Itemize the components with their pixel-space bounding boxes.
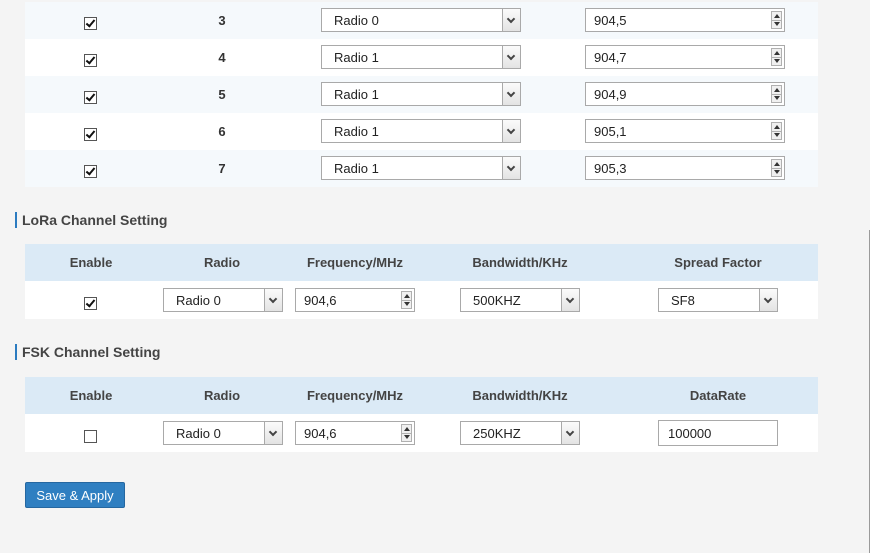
spinner-arrows-icon[interactable] [401,424,412,442]
table-row: 4 Radio 1 904,7 [25,39,818,76]
save-apply-button[interactable]: Save & Apply [25,482,125,508]
chevron-down-icon [502,46,520,68]
column-header-frequency: Frequency/MHz [306,388,404,403]
lora-radio-select[interactable]: Radio 0 [163,288,283,312]
radio-select-value: Radio 1 [334,124,379,139]
lora-bandwidth-select[interactable]: 500KHZ [460,288,580,312]
frequency-value: 904,6 [304,293,337,308]
frequency-value: 904,7 [594,50,627,65]
frequency-value: 905,3 [594,161,627,176]
lora-section-title: LoRa Channel Setting [15,212,167,228]
frequency-value: 904,6 [304,426,337,441]
frequency-spinner[interactable]: 904,9 [585,82,785,106]
fsk-radio-select[interactable]: Radio 0 [163,421,283,445]
channel-enable-checkbox[interactable] [84,91,97,104]
table-row: Radio 0 904,6 500KHZ SF8 [25,281,818,319]
channel-index: 7 [218,161,226,176]
frequency-spinner[interactable]: 905,1 [585,119,785,143]
channel-enable-checkbox[interactable] [84,17,97,30]
channel-enable-checkbox[interactable] [84,54,97,67]
table-header: Enable Radio Frequency/MHz Bandwidth/KHz… [25,244,818,281]
multi-sf-channel-table: 3 Radio 0 904,5 4 Radio 1 904,7 5 Radio … [25,2,818,187]
radio-select-value: Radio 0 [176,426,221,441]
spinner-arrows-icon[interactable] [771,11,782,29]
column-header-enable: Enable [69,255,113,270]
lora-frequency-spinner[interactable]: 904,6 [295,288,415,312]
radio-select[interactable]: Radio 1 [321,45,521,69]
fsk-datarate-input[interactable]: 100000 [658,420,778,446]
radio-select[interactable]: Radio 1 [321,119,521,143]
bandwidth-select-value: 500KHZ [473,293,521,308]
channel-enable-checkbox[interactable] [84,128,97,141]
radio-select[interactable]: Radio 0 [321,8,521,32]
spinner-arrows-icon[interactable] [771,159,782,177]
lora-enable-checkbox[interactable] [84,297,97,310]
table-row: 7 Radio 1 905,3 [25,150,818,187]
chevron-down-icon [264,422,282,444]
fsk-frequency-spinner[interactable]: 904,6 [295,421,415,445]
chevron-down-icon [264,289,282,311]
channel-index: 5 [218,87,226,102]
table-row: 5 Radio 1 904,9 [25,76,818,113]
chevron-down-icon [759,289,777,311]
column-header-radio: Radio [203,388,241,403]
column-header-bandwidth: Bandwidth/KHz [472,388,568,403]
frequency-value: 904,9 [594,87,627,102]
column-header-radio: Radio [203,255,241,270]
radio-select-value: Radio 0 [176,293,221,308]
spinner-arrows-icon[interactable] [771,48,782,66]
chevron-down-icon [502,120,520,142]
datarate-value: 100000 [668,426,712,441]
lora-spread-factor-select[interactable]: SF8 [658,288,778,312]
chevron-down-icon [502,83,520,105]
frequency-spinner[interactable]: 904,5 [585,8,785,32]
bandwidth-select-value: 250KHZ [473,426,521,441]
spread-factor-value: SF8 [671,293,695,308]
table-row: Radio 0 904,6 250KHZ 100000 [25,414,818,452]
radio-select-value: Radio 1 [334,50,379,65]
chevron-down-icon [502,157,520,179]
radio-select[interactable]: Radio 1 [321,82,521,106]
radio-select-value: Radio 0 [334,13,379,28]
radio-select-value: Radio 1 [334,161,379,176]
table-header: Enable Radio Frequency/MHz Bandwidth/KHz… [25,377,818,414]
column-header-bandwidth: Bandwidth/KHz [472,255,568,270]
chevron-down-icon [561,289,579,311]
radio-select[interactable]: Radio 1 [321,156,521,180]
table-row: 3 Radio 0 904,5 [25,2,818,39]
column-header-spread-factor: Spread Factor [674,255,762,270]
column-header-frequency: Frequency/MHz [306,255,404,270]
radio-select-value: Radio 1 [334,87,379,102]
fsk-section-title: FSK Channel Setting [15,344,160,360]
chevron-down-icon [502,9,520,31]
column-header-datarate: DataRate [689,388,747,403]
channel-enable-checkbox[interactable] [84,165,97,178]
fsk-channel-table: Enable Radio Frequency/MHz Bandwidth/KHz… [25,377,818,452]
fsk-enable-checkbox[interactable] [84,430,97,443]
spinner-arrows-icon[interactable] [771,122,782,140]
spinner-arrows-icon[interactable] [771,85,782,103]
channel-index: 6 [218,124,226,139]
spinner-arrows-icon[interactable] [401,291,412,309]
lora-channel-table: Enable Radio Frequency/MHz Bandwidth/KHz… [25,244,818,319]
chevron-down-icon [561,422,579,444]
channel-index: 3 [218,13,226,28]
frequency-value: 904,5 [594,13,627,28]
frequency-spinner[interactable]: 905,3 [585,156,785,180]
frequency-spinner[interactable]: 904,7 [585,45,785,69]
column-header-enable: Enable [69,388,113,403]
table-row: 6 Radio 1 905,1 [25,113,818,150]
frequency-value: 905,1 [594,124,627,139]
fsk-bandwidth-select[interactable]: 250KHZ [460,421,580,445]
channel-index: 4 [218,50,226,65]
